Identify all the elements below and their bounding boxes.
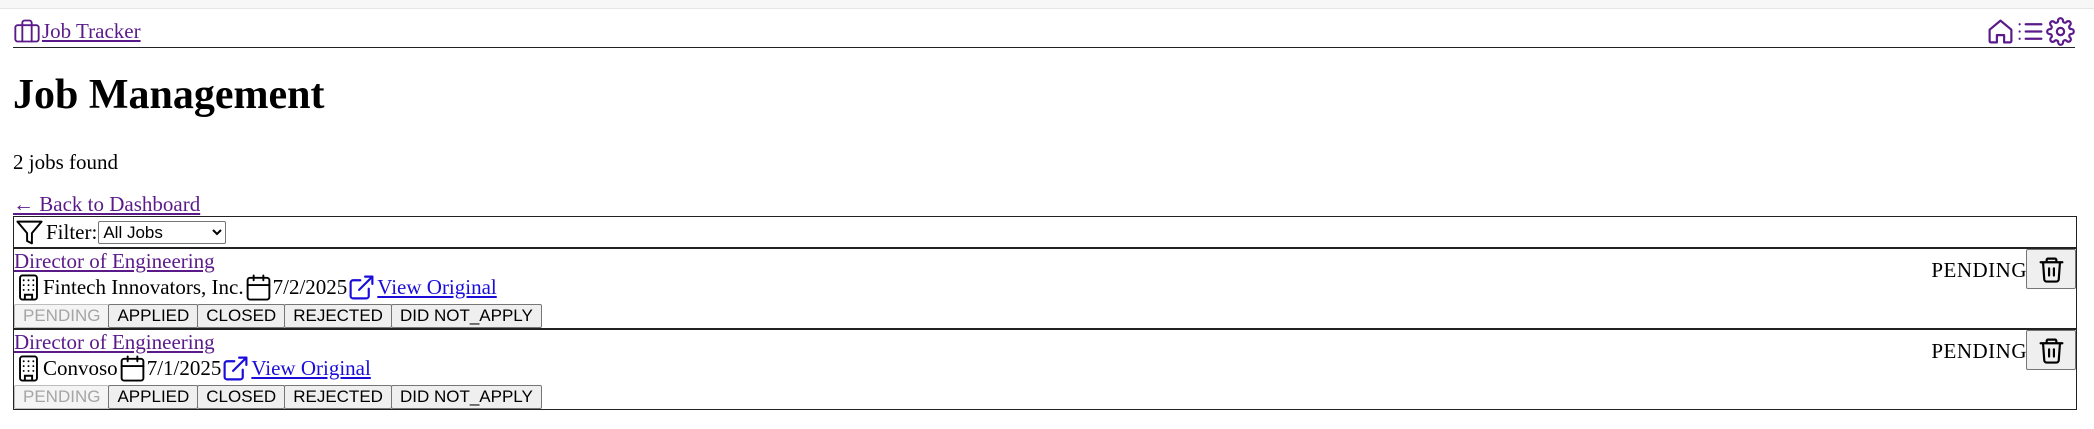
delete-button[interactable] <box>2026 249 2076 289</box>
status-did-not-apply-button[interactable]: DID NOT_APPLY <box>390 304 542 328</box>
delete-button[interactable] <box>2026 330 2076 370</box>
job-meta: Fintech Innovators, Inc. 7/2/2025 View O… <box>14 273 497 302</box>
status-pending-button: PENDING <box>14 385 110 409</box>
navbar: Job Tracker <box>13 17 2075 48</box>
page-title: Job Management <box>13 72 325 118</box>
job-company: Convoso <box>43 356 118 380</box>
job-card: Director of Engineering Fintech Innovato… <box>13 248 2077 329</box>
status-applied-button[interactable]: APPLIED <box>108 304 199 328</box>
nav-icons <box>1986 17 2075 46</box>
status-did-not-apply-button[interactable]: DID NOT_APPLY <box>390 385 542 409</box>
status-closed-button[interactable]: CLOSED <box>197 385 286 409</box>
status-rejected-button[interactable]: REJECTED <box>284 385 392 409</box>
brand-label: Job Tracker <box>42 18 141 43</box>
status-button-group: PENDING APPLIED CLOSED REJECTED DID NOT_… <box>14 385 542 409</box>
trash-icon <box>2039 257 2063 283</box>
briefcase-icon <box>14 19 40 43</box>
job-title-link[interactable]: Director of Engineering <box>14 249 215 274</box>
building-icon <box>19 355 38 382</box>
building-icon <box>19 274 38 301</box>
job-meta: Convoso 7/1/2025 View Original <box>14 354 371 383</box>
job-date: 7/2/2025 <box>272 275 348 299</box>
job-date: 7/1/2025 <box>146 356 222 380</box>
view-original-link[interactable]: View Original <box>251 356 370 381</box>
view-original-link[interactable]: View Original <box>377 275 496 300</box>
trash-icon <box>2039 338 2063 364</box>
status-closed-button[interactable]: CLOSED <box>197 304 286 328</box>
filter-select[interactable]: All Jobs <box>98 220 227 244</box>
status-rejected-button[interactable]: REJECTED <box>284 304 392 328</box>
gear-icon[interactable] <box>2046 17 2075 46</box>
calendar-icon <box>246 274 270 301</box>
calendar-icon <box>120 355 145 382</box>
filter-icon <box>16 220 43 244</box>
job-count: 2 jobs found <box>13 150 118 174</box>
status-badge: PENDING <box>1931 258 2027 282</box>
status-applied-button[interactable]: APPLIED <box>108 385 199 409</box>
browser-top-strip <box>0 0 2094 9</box>
filter-bar: Filter: All Jobs <box>13 216 2077 248</box>
status-pending-button: PENDING <box>14 304 110 328</box>
job-company: Fintech Innovators, Inc. <box>43 275 244 299</box>
status-button-group: PENDING APPLIED CLOSED REJECTED DID NOT_… <box>14 304 542 328</box>
status-badge: PENDING <box>1931 339 2027 363</box>
list-icon[interactable] <box>2016 17 2045 46</box>
external-link-icon <box>223 356 248 381</box>
job-card: Director of Engineering Convoso 7/1/2025… <box>13 329 2077 410</box>
external-link-icon <box>349 275 374 300</box>
back-to-dashboard-link[interactable]: ← Back to Dashboard <box>13 192 200 217</box>
job-title-link[interactable]: Director of Engineering <box>14 330 215 355</box>
brand-link[interactable]: Job Tracker <box>13 17 141 45</box>
home-icon[interactable] <box>1986 17 2015 46</box>
filter-label: Filter: <box>46 219 98 244</box>
